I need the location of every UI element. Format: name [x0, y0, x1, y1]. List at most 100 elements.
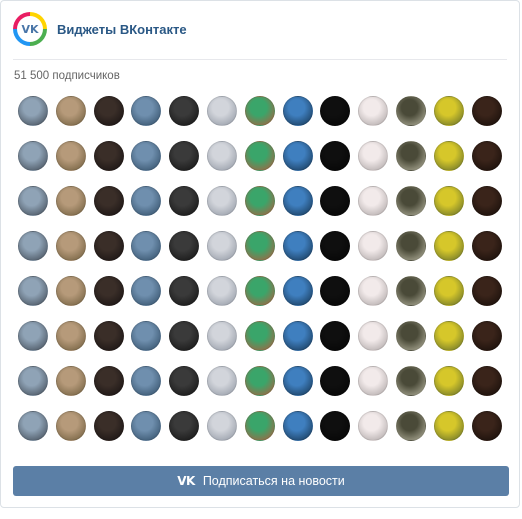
subscriber-avatar[interactable]	[320, 276, 351, 306]
subscriber-avatar[interactable]	[131, 141, 162, 171]
subscriber-avatar[interactable]	[18, 96, 48, 126]
subscriber-avatar[interactable]	[93, 96, 124, 126]
subscriber-avatar[interactable]	[93, 321, 124, 351]
subscriber-avatar[interactable]	[358, 231, 389, 261]
subscriber-avatar[interactable]	[55, 96, 86, 126]
subscriber-avatar[interactable]	[282, 141, 313, 171]
subscriber-avatar[interactable]	[206, 186, 237, 216]
subscriber-avatar[interactable]	[358, 96, 389, 126]
subscriber-avatar[interactable]	[433, 96, 464, 126]
subscriber-avatar[interactable]	[358, 411, 389, 441]
subscriber-avatar[interactable]	[282, 186, 313, 216]
subscriber-avatar[interactable]	[244, 141, 275, 171]
subscriber-avatar[interactable]	[358, 276, 389, 306]
subscriber-avatar[interactable]	[358, 366, 389, 396]
subscriber-avatar[interactable]	[244, 231, 275, 261]
subscriber-avatar[interactable]	[358, 321, 389, 351]
subscriber-avatar[interactable]	[395, 186, 426, 216]
subscriber-avatar[interactable]	[169, 276, 200, 306]
subscriber-avatar[interactable]	[282, 366, 313, 396]
subscriber-avatar[interactable]	[206, 366, 237, 396]
group-title-link[interactable]: Виджеты ВКонтакте	[57, 22, 187, 37]
subscriber-avatar[interactable]	[55, 411, 86, 441]
subscriber-avatar[interactable]	[206, 231, 237, 261]
subscriber-avatar[interactable]	[320, 366, 351, 396]
subscriber-avatar[interactable]	[169, 231, 200, 261]
subscriber-avatar[interactable]	[433, 366, 464, 396]
subscriber-avatar[interactable]	[93, 411, 124, 441]
subscriber-avatar[interactable]	[471, 321, 502, 351]
subscriber-avatar[interactable]	[131, 321, 162, 351]
subscriber-avatar[interactable]	[244, 276, 275, 306]
subscriber-avatar[interactable]	[18, 366, 48, 396]
subscriber-avatar[interactable]	[282, 96, 313, 126]
subscriber-avatar[interactable]	[55, 276, 86, 306]
subscriber-avatar[interactable]	[471, 411, 502, 441]
subscriber-avatar[interactable]	[169, 366, 200, 396]
subscriber-avatar[interactable]	[320, 141, 351, 171]
subscriber-avatar[interactable]	[471, 366, 502, 396]
subscriber-avatar[interactable]	[131, 276, 162, 306]
subscriber-avatar[interactable]	[471, 186, 502, 216]
subscriber-avatar[interactable]	[395, 231, 426, 261]
subscriber-avatar[interactable]	[433, 186, 464, 216]
vk-widgets-logo-icon[interactable]: VK	[13, 12, 47, 46]
subscriber-avatar[interactable]	[358, 141, 389, 171]
subscriber-avatar[interactable]	[471, 141, 502, 171]
subscriber-avatar[interactable]	[131, 411, 162, 441]
subscriber-avatar[interactable]	[18, 411, 48, 441]
subscriber-avatar[interactable]	[18, 231, 48, 261]
subscriber-avatar[interactable]	[18, 141, 48, 171]
subscriber-avatar[interactable]	[282, 321, 313, 351]
subscriber-avatar[interactable]	[395, 141, 426, 171]
subscriber-avatar[interactable]	[433, 321, 464, 351]
subscriber-avatar[interactable]	[282, 276, 313, 306]
subscriber-avatar[interactable]	[93, 366, 124, 396]
subscriber-avatar[interactable]	[131, 366, 162, 396]
subscriber-avatar[interactable]	[395, 276, 426, 306]
subscriber-avatar[interactable]	[206, 141, 237, 171]
subscriber-avatar[interactable]	[244, 96, 275, 126]
subscriber-avatar[interactable]	[395, 366, 426, 396]
subscriber-avatar[interactable]	[320, 321, 351, 351]
subscriber-avatar[interactable]	[471, 96, 502, 126]
subscriber-avatar[interactable]	[131, 96, 162, 126]
subscriber-avatar[interactable]	[395, 96, 426, 126]
subscriber-avatar[interactable]	[433, 231, 464, 261]
subscriber-avatar[interactable]	[395, 411, 426, 441]
subscriber-avatar[interactable]	[169, 186, 200, 216]
subscriber-avatar[interactable]	[320, 186, 351, 216]
subscribe-button[interactable]: VK Подписаться на новости	[13, 466, 509, 496]
subscriber-avatar[interactable]	[358, 186, 389, 216]
subscriber-avatar[interactable]	[320, 96, 351, 126]
subscriber-avatar[interactable]	[55, 186, 86, 216]
subscriber-avatar[interactable]	[206, 276, 237, 306]
subscriber-avatar[interactable]	[395, 321, 426, 351]
subscriber-avatar[interactable]	[93, 231, 124, 261]
subscriber-avatar[interactable]	[320, 231, 351, 261]
subscriber-avatar[interactable]	[206, 321, 237, 351]
subscriber-avatar[interactable]	[244, 366, 275, 396]
subscriber-avatar[interactable]	[55, 366, 86, 396]
subscriber-avatar[interactable]	[433, 411, 464, 441]
subscriber-avatar[interactable]	[55, 231, 86, 261]
subscriber-avatar[interactable]	[433, 141, 464, 171]
subscriber-avatar[interactable]	[320, 411, 351, 441]
subscriber-avatar[interactable]	[18, 321, 48, 351]
subscriber-avatar[interactable]	[93, 141, 124, 171]
subscriber-avatar[interactable]	[18, 186, 48, 216]
subscriber-avatar[interactable]	[282, 411, 313, 441]
subscriber-avatar[interactable]	[206, 96, 237, 126]
subscriber-avatar[interactable]	[93, 186, 124, 216]
subscriber-avatar[interactable]	[244, 321, 275, 351]
subscriber-avatar[interactable]	[244, 186, 275, 216]
subscriber-avatar[interactable]	[18, 276, 48, 306]
subscriber-avatar[interactable]	[169, 141, 200, 171]
subscriber-avatar[interactable]	[169, 321, 200, 351]
subscriber-avatar[interactable]	[131, 186, 162, 216]
subscriber-avatar[interactable]	[433, 276, 464, 306]
subscriber-avatar[interactable]	[169, 96, 200, 126]
subscriber-avatar[interactable]	[471, 276, 502, 306]
subscriber-avatar[interactable]	[471, 231, 502, 261]
subscriber-avatar[interactable]	[55, 321, 86, 351]
